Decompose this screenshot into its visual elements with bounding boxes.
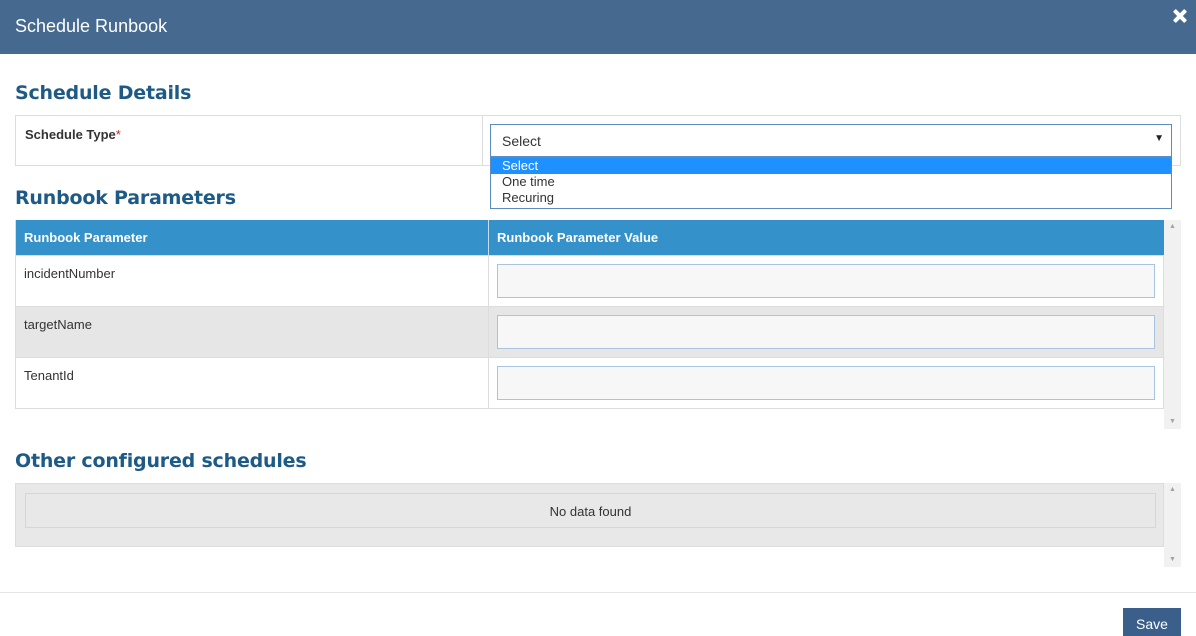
parameter-value-input-targetname[interactable] [497,315,1155,349]
modal-header: Schedule Runbook [0,0,1196,54]
dropdown-option-one-time[interactable]: One time [491,174,1171,190]
dropdown-option-recuring[interactable]: Recuring [491,190,1171,206]
divider [482,116,483,165]
scroll-down-arrow-icon[interactable]: ▼ [1164,415,1181,429]
schedules-scrollbar[interactable]: ▲ ▼ [1164,483,1181,567]
footer-divider [0,592,1196,593]
schedule-type-label: Schedule Type* [25,127,121,142]
schedule-type-dropdown: Select One time Recuring [490,157,1172,209]
parameter-name: incidentNumber [24,266,116,281]
runbook-parameters-table: Runbook Parameter Runbook Parameter Valu… [15,220,1165,409]
dropdown-option-select[interactable]: Select [491,158,1171,174]
save-button[interactable]: Save [1123,608,1181,636]
cell-separator [488,256,489,307]
table-row: incidentNumber [16,255,1163,307]
table-row: TenantId [16,357,1163,409]
schedule-runbook-modal: Schedule Runbook Schedule Details Schedu… [0,0,1196,636]
schedule-type-selected-value: Select [502,133,541,149]
schedule-details-heading: Schedule Details [15,82,192,104]
required-marker: * [115,127,121,142]
table-row: targetName [16,306,1163,358]
scroll-down-arrow-icon[interactable]: ▼ [1164,553,1181,567]
cell-separator [488,307,489,358]
schedule-type-select[interactable]: Select ▼ [490,124,1172,157]
table-header: Runbook Parameter Runbook Parameter Valu… [16,220,1165,255]
column-header-value: Runbook Parameter Value [497,230,659,245]
no-data-text: No data found [549,504,632,519]
parameter-name: TenantId [24,368,74,383]
parameter-value-input-tenantid[interactable] [497,366,1155,400]
caret-down-icon: ▼ [1154,133,1164,144]
parameter-value-input-incidentnumber[interactable] [497,264,1155,298]
column-header-parameter: Runbook Parameter [24,230,148,245]
runbook-parameters-heading: Runbook Parameters [15,187,236,209]
scroll-up-arrow-icon[interactable]: ▲ [1164,483,1181,497]
close-icon[interactable] [1172,8,1188,24]
parameter-name: targetName [24,317,92,332]
modal-title: Schedule Runbook [15,16,168,36]
cell-separator [488,358,489,409]
other-schedules-table: No data found [15,483,1164,547]
empty-state-row: No data found [25,493,1156,528]
other-schedules-heading: Other configured schedules [15,450,307,472]
parameters-scrollbar[interactable]: ▲ ▼ [1164,220,1181,429]
scroll-up-arrow-icon[interactable]: ▲ [1164,220,1181,234]
header-separator [488,220,489,255]
